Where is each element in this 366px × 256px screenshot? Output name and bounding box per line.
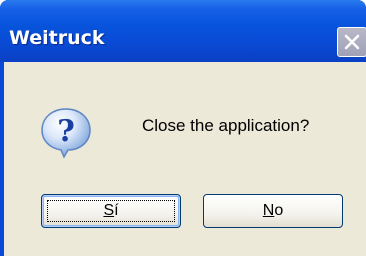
no-button-mnemonic: N xyxy=(262,202,275,219)
window-title: Weitruck xyxy=(9,27,105,49)
si-button-label-rest: í xyxy=(114,202,119,219)
svg-text:?: ? xyxy=(57,114,75,149)
dialog-body: ? Close the application? Sí No xyxy=(4,62,366,256)
no-button[interactable]: No xyxy=(203,194,343,228)
no-button-label-rest: o xyxy=(274,202,284,219)
close-icon xyxy=(344,34,360,50)
title-bar[interactable]: Weitruck xyxy=(0,0,366,62)
close-button[interactable] xyxy=(337,27,366,57)
question-icon: ? xyxy=(38,105,94,166)
si-button-mnemonic: S xyxy=(103,202,115,219)
dialog-message: Close the application? xyxy=(142,116,310,135)
si-button[interactable]: Sí xyxy=(41,194,181,228)
dialog-window: Weitruck ? Close the application? Sí No xyxy=(0,0,366,256)
